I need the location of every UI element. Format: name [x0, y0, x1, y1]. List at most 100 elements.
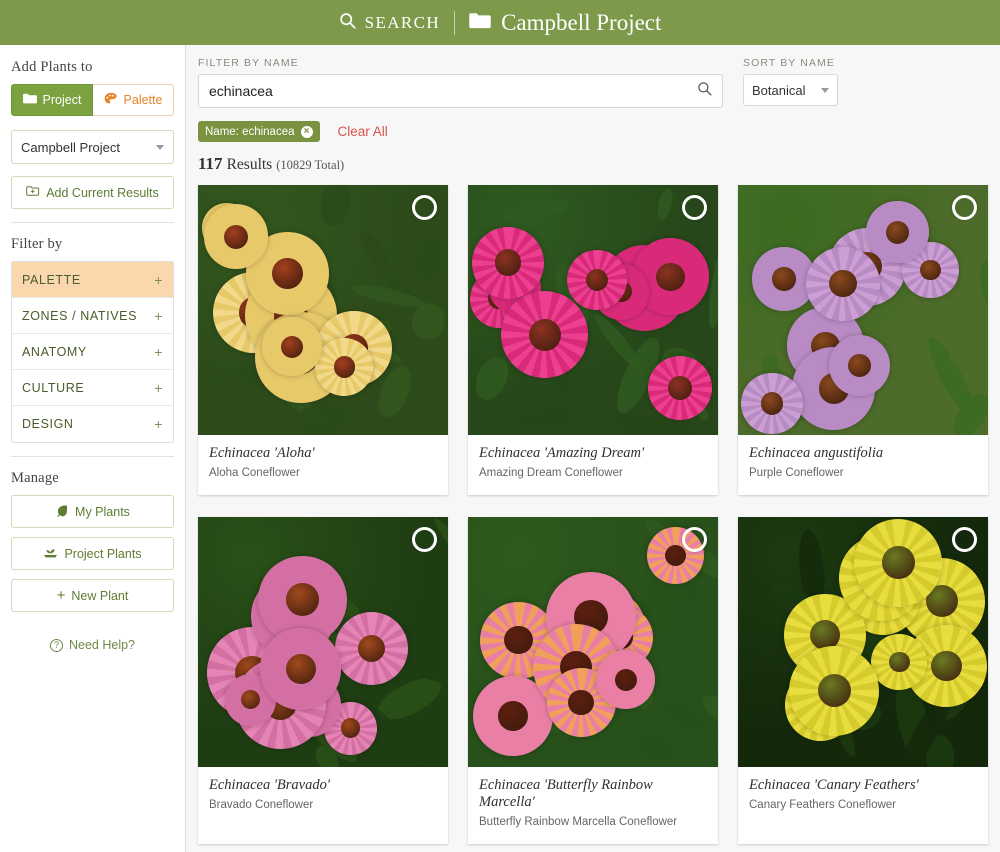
- plant-card-text: Echinacea 'Butterfly Rainbow Marcella' Bu…: [468, 767, 718, 844]
- plus-icon: +: [56, 587, 66, 604]
- circle-select-icon[interactable]: [682, 527, 707, 552]
- my-plants-button[interactable]: My Plants: [11, 495, 174, 528]
- results-total: (10829 Total): [276, 158, 345, 172]
- flower-cone: [664, 545, 686, 567]
- flower-cone: [656, 262, 685, 291]
- project-plants-button[interactable]: Project Plants: [11, 537, 174, 570]
- flower-cone: [667, 375, 692, 400]
- plant-card[interactable]: Echinacea 'Bravado' Bravado Coneflower: [198, 517, 448, 844]
- plant-common-name: Butterfly Rainbow Marcella Coneflower: [479, 816, 678, 828]
- magnifier-icon: [339, 12, 356, 34]
- header-project-name: Campbell Project: [501, 9, 662, 35]
- results-summary: 117 Results (10829 Total): [198, 154, 982, 174]
- add-plants-heading: Add Plants to: [11, 59, 93, 75]
- plant-botanical-name: Echinacea 'Amazing Dream': [479, 445, 645, 461]
- plant-photo[interactable]: [468, 185, 718, 435]
- add-current-results-button[interactable]: Add Current Results: [11, 176, 174, 209]
- search-input[interactable]: [209, 83, 697, 99]
- question-circle-icon: ?: [49, 638, 63, 652]
- flower-cone: [931, 650, 962, 682]
- filter-category-palette[interactable]: PALETTE +: [12, 262, 173, 298]
- need-help-link[interactable]: ? Need Help?: [11, 638, 174, 652]
- flower-cone: [504, 625, 533, 655]
- circle-select-icon[interactable]: [412, 195, 437, 220]
- filter-category-label: DESIGN: [22, 417, 74, 431]
- filter-category-anatomy[interactable]: ANATOMY +: [12, 334, 173, 370]
- folder-icon: [22, 93, 37, 107]
- flower-cone: [357, 635, 385, 663]
- filter-category-zones-natives[interactable]: ZONES / NATIVES +: [12, 298, 173, 334]
- plant-photo[interactable]: [468, 517, 718, 767]
- sort-label: SORT BY NAME: [743, 57, 835, 69]
- plant-card[interactable]: Echinacea 'Amazing Dream' Amazing Dream C…: [468, 185, 718, 495]
- page-body: Add Plants to Project Palette Campbell P…: [0, 45, 1000, 852]
- project-select[interactable]: Campbell Project: [11, 130, 174, 164]
- chevron-down-icon: [156, 144, 164, 150]
- name-filter-field[interactable]: [198, 74, 723, 108]
- plant-card[interactable]: Echinacea angustifolia Purple Coneflower: [738, 185, 988, 495]
- circle-select-icon[interactable]: [412, 527, 437, 552]
- plant-photo[interactable]: [738, 517, 988, 767]
- active-filters-row: Name: echinacea × Clear All: [198, 121, 982, 142]
- clear-all-link[interactable]: Clear All: [338, 124, 388, 139]
- flower-cone: [285, 653, 316, 684]
- flower-cone: [889, 651, 910, 673]
- folder-icon: [469, 12, 491, 34]
- plant-common-name: Amazing Dream Coneflower: [479, 467, 623, 479]
- magnifier-icon[interactable]: [697, 81, 712, 101]
- sort-select[interactable]: Botanical: [743, 74, 838, 106]
- plant-common-name: Bravado Coneflower: [209, 799, 314, 811]
- filter-by-heading: Filter by: [11, 236, 63, 252]
- expand-plus-icon: +: [154, 379, 163, 396]
- results-count: 117: [198, 154, 223, 173]
- new-plant-button[interactable]: + New Plant: [11, 579, 174, 612]
- app-header: SEARCH Campbell Project: [0, 0, 1000, 54]
- project-plants-label: Project Plants: [64, 546, 142, 561]
- flower-cone: [847, 353, 871, 377]
- filter-category-culture[interactable]: CULTURE +: [12, 370, 173, 406]
- leaf-icon: [55, 504, 69, 520]
- expand-plus-icon: +: [154, 343, 163, 360]
- plant-card-text: Echinacea 'Amazing Dream' Amazing Dream C…: [468, 435, 718, 495]
- add-current-results-label: Add Current Results: [46, 185, 159, 200]
- filter-category-list: PALETTE + ZONES / NATIVES + ANATOMY + CU…: [11, 261, 174, 443]
- expand-plus-icon: +: [154, 271, 163, 288]
- plant-photo[interactable]: [198, 517, 448, 767]
- plant-photo[interactable]: [198, 185, 448, 435]
- filter-category-label: PALETTE: [22, 272, 81, 287]
- filter-category-label: ANATOMY: [22, 344, 87, 359]
- close-circle-icon[interactable]: ×: [300, 125, 313, 138]
- filter-bar-top-row: FILTER BY NAME SORT BY NAME Botanical: [198, 57, 982, 108]
- plant-card[interactable]: Echinacea 'Aloha' Aloha Coneflower: [198, 185, 448, 495]
- flower-cone: [271, 258, 303, 289]
- plant-card[interactable]: Echinacea 'Butterfly Rainbow Marcella' Bu…: [468, 517, 718, 844]
- filter-category-label: ZONES / NATIVES: [22, 308, 138, 323]
- sidebar-divider-1: [11, 222, 174, 223]
- flower-cone: [772, 267, 796, 291]
- circle-select-icon[interactable]: [682, 195, 707, 220]
- segment-project[interactable]: Project: [11, 84, 93, 116]
- chevron-down-icon: [821, 87, 829, 93]
- flower-cone: [615, 669, 637, 691]
- flower-cone: [223, 224, 248, 249]
- add-folder-icon: [26, 185, 40, 200]
- plant-botanical-name: Echinacea 'Canary Feathers': [749, 777, 919, 793]
- sidebar: Add Plants to Project Palette Campbell P…: [0, 45, 186, 852]
- header-search-button[interactable]: SEARCH: [339, 12, 440, 34]
- results-word: Results: [226, 156, 273, 173]
- active-filter-chip[interactable]: Name: echinacea ×: [198, 121, 320, 142]
- flower-cone: [333, 356, 356, 378]
- project-select-value: Campbell Project: [21, 139, 120, 155]
- plant-botanical-name: Echinacea 'Butterfly Rainbow Marcella': [479, 777, 653, 810]
- circle-select-icon[interactable]: [952, 527, 977, 552]
- circle-select-icon[interactable]: [952, 195, 977, 220]
- header-search-label: SEARCH: [364, 12, 441, 32]
- plant-photo[interactable]: [738, 185, 988, 435]
- filter-category-design[interactable]: DESIGN +: [12, 406, 173, 442]
- plant-card[interactable]: Echinacea 'Canary Feathers' Canary Feathe…: [738, 517, 988, 844]
- header-project-button[interactable]: Campbell Project: [469, 10, 661, 36]
- name-filter-group: FILTER BY NAME: [198, 57, 723, 108]
- segment-palette[interactable]: Palette: [93, 84, 174, 116]
- header-inner: SEARCH Campbell Project: [339, 10, 661, 36]
- plant-common-name: Aloha Coneflower: [209, 467, 300, 479]
